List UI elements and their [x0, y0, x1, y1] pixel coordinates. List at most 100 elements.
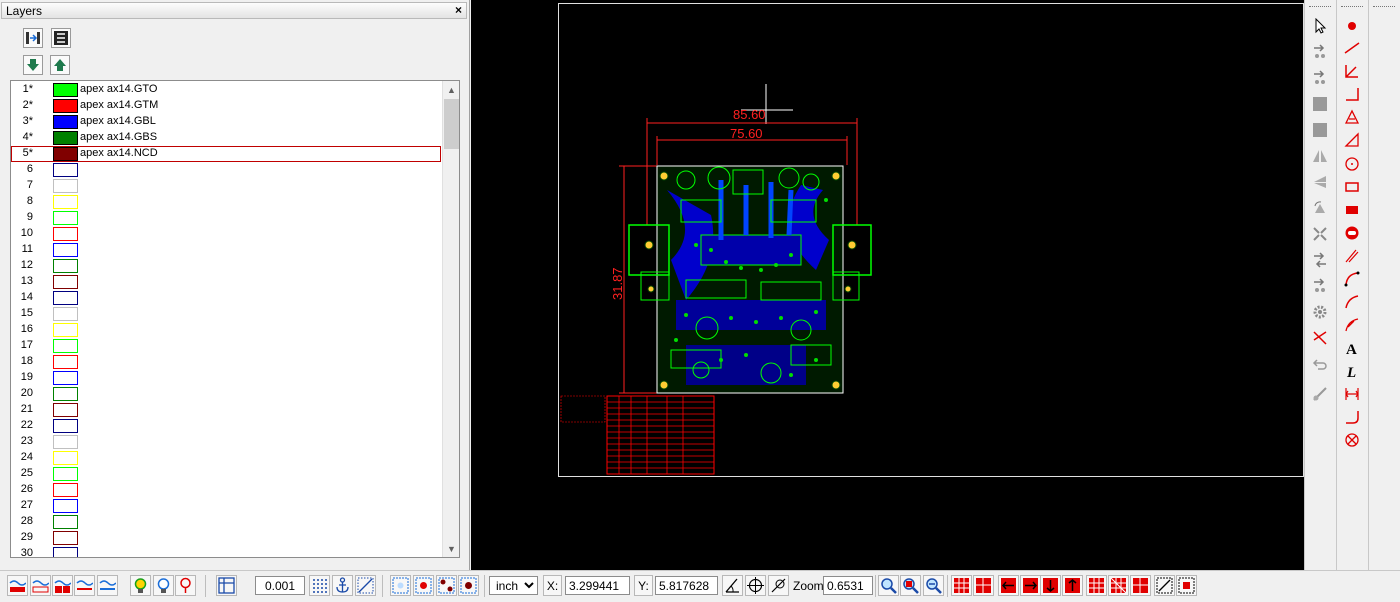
zoom-window-button[interactable]: [900, 575, 921, 596]
layer-color-swatch[interactable]: [53, 371, 78, 385]
fill-tool-button[interactable]: [1310, 94, 1330, 114]
move-tool-button[interactable]: [1310, 42, 1330, 62]
collapse-layers-button[interactable]: [23, 28, 43, 48]
anchor-button[interactable]: [332, 575, 353, 596]
toolbar-grip[interactable]: [1373, 6, 1395, 8]
draw-dimension-button[interactable]: [1342, 384, 1362, 404]
layer-row[interactable]: 1* apex ax14.GTO: [11, 82, 441, 98]
layer-row[interactable]: 22: [11, 418, 441, 434]
draw-slash-button[interactable]: [1342, 246, 1362, 266]
layer-row[interactable]: 15: [11, 306, 441, 322]
layer-row[interactable]: 25: [11, 466, 441, 482]
layer-row[interactable]: 13: [11, 274, 441, 290]
layer-row[interactable]: 8: [11, 194, 441, 210]
grid-size-field[interactable]: [255, 576, 305, 595]
layer-color-swatch[interactable]: [53, 483, 78, 497]
layer-color-swatch[interactable]: [53, 83, 78, 97]
highlight-toggle-button[interactable]: [175, 575, 196, 596]
layer-color-swatch[interactable]: [53, 291, 78, 305]
layer-color-swatch[interactable]: [53, 179, 78, 193]
layer-view-4-button[interactable]: [74, 575, 95, 596]
snap-to-intersection-button[interactable]: [436, 575, 457, 596]
layer-view-5-button[interactable]: [97, 575, 118, 596]
zoom-field[interactable]: [823, 576, 873, 595]
mirror-horizontal-button[interactable]: [1310, 172, 1330, 192]
layer-color-swatch[interactable]: [53, 99, 78, 113]
layer-color-swatch[interactable]: [53, 275, 78, 289]
layer-color-swatch[interactable]: [53, 355, 78, 369]
layer-row[interactable]: 24: [11, 450, 441, 466]
layer-view-2-button[interactable]: [30, 575, 51, 596]
layer-row[interactable]: 19: [11, 370, 441, 386]
zoom-fit-button[interactable]: [923, 575, 944, 596]
layer-row[interactable]: 27: [11, 498, 441, 514]
scale-tool-button[interactable]: [1310, 224, 1330, 244]
pcb-canvas[interactable]: 85.60 75.60 31.87: [471, 0, 1304, 570]
draw-italic-text-button[interactable]: L: [1342, 361, 1362, 381]
draw-angle-line-button[interactable]: [1342, 61, 1362, 81]
step-repeat-button[interactable]: [1310, 276, 1330, 296]
pcb-view-6-button[interactable]: [1062, 575, 1083, 596]
draw-line-button[interactable]: [1342, 38, 1362, 58]
rotate-tool-button[interactable]: [1310, 198, 1330, 218]
layer-row[interactable]: 11: [11, 242, 441, 258]
select-tool-button[interactable]: [1310, 16, 1330, 36]
toolbar-grip[interactable]: [1309, 6, 1331, 8]
draw-corner-line-button[interactable]: [1342, 84, 1362, 104]
move-layer-up-button[interactable]: [50, 55, 70, 75]
layer-row[interactable]: 7: [11, 178, 441, 194]
zoom-in-button[interactable]: [878, 575, 899, 596]
move-layer-down-button[interactable]: [23, 55, 43, 75]
layer-row[interactable]: 10: [11, 226, 441, 242]
layer-row[interactable]: 14: [11, 290, 441, 306]
copy-tool-button[interactable]: [1310, 68, 1330, 88]
draw-arc-button[interactable]: [1342, 269, 1362, 289]
layer-color-swatch[interactable]: [53, 547, 78, 557]
layer-color-swatch[interactable]: [53, 243, 78, 257]
layer-row[interactable]: 18: [11, 354, 441, 370]
pcb-view-9-button[interactable]: [1130, 575, 1151, 596]
highlight-on-button[interactable]: [130, 575, 151, 596]
layer-color-swatch[interactable]: [53, 163, 78, 177]
rotate-view-button[interactable]: [768, 575, 789, 596]
pcb-view-7-button[interactable]: [1086, 575, 1107, 596]
select-window-button[interactable]: [1176, 575, 1197, 596]
layer-row[interactable]: 5* apex ax14.NCD: [11, 146, 441, 162]
layer-row[interactable]: 16: [11, 322, 441, 338]
align-tool-button[interactable]: [1310, 250, 1330, 270]
mirror-vertical-button[interactable]: [1310, 146, 1330, 166]
pcb-view-1-button[interactable]: [951, 575, 972, 596]
draw-circle-button[interactable]: [1342, 154, 1362, 174]
layer-color-swatch[interactable]: [53, 419, 78, 433]
layer-color-swatch[interactable]: [53, 259, 78, 273]
layer-row[interactable]: 30: [11, 546, 441, 557]
measure-distance-button[interactable]: [1154, 575, 1175, 596]
highlight-off-button[interactable]: [153, 575, 174, 596]
toolbar-grip[interactable]: [1341, 6, 1363, 8]
draw-flash-button[interactable]: [1342, 16, 1362, 36]
pcb-view-3-button[interactable]: [998, 575, 1019, 596]
layer-color-swatch[interactable]: [53, 211, 78, 225]
snap-to-pad-button[interactable]: [390, 575, 411, 596]
layer-color-swatch[interactable]: [53, 339, 78, 353]
layer-color-swatch[interactable]: [53, 451, 78, 465]
layer-view-3-button[interactable]: [52, 575, 73, 596]
layer-color-swatch[interactable]: [53, 467, 78, 481]
layer-row[interactable]: 21: [11, 402, 441, 418]
layer-color-swatch[interactable]: [53, 115, 78, 129]
origin-tool-button[interactable]: [745, 575, 766, 596]
layer-row[interactable]: 20: [11, 386, 441, 402]
draw-obround-button[interactable]: [1342, 223, 1362, 243]
pcb-view-8-button[interactable]: [1108, 575, 1129, 596]
draw-arc-2-button[interactable]: [1342, 292, 1362, 312]
pcb-view-5-button[interactable]: [1040, 575, 1061, 596]
draw-filled-rectangle-button[interactable]: [1342, 200, 1362, 220]
layer-color-swatch[interactable]: [53, 307, 78, 321]
layer-row[interactable]: 12: [11, 258, 441, 274]
draw-arc-3-button[interactable]: [1342, 315, 1362, 335]
layer-row[interactable]: 9: [11, 210, 441, 226]
draw-triangle-button[interactable]: [1342, 130, 1362, 150]
layer-row[interactable]: 6: [11, 162, 441, 178]
snap-grid-button[interactable]: [309, 575, 330, 596]
pcb-view-2-button[interactable]: [973, 575, 994, 596]
